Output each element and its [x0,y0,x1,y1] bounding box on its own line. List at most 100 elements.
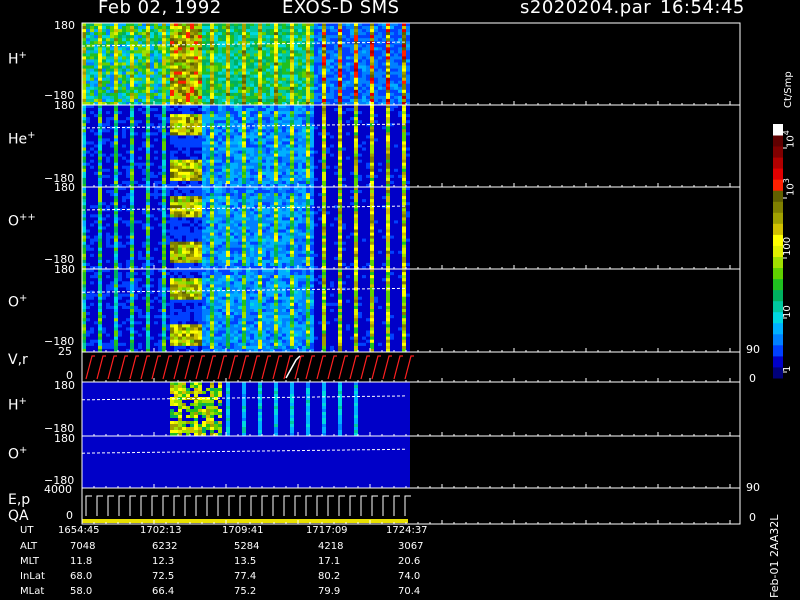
spectro-cell [138,129,142,133]
spectro-cell [182,153,186,158]
spectro-cell [106,41,110,45]
spectro-cell [406,71,410,76]
spectro-cell [202,68,206,73]
spectro-cell [370,159,374,164]
spectro-cell [90,241,94,246]
spectro-cell [110,62,114,66]
spectro-cell [246,92,250,97]
spectro-cell [350,77,354,82]
spectro-cell [402,135,406,139]
spectro-cell [106,47,110,51]
spectro-cell [226,65,230,69]
spectro-cell [110,80,114,85]
spectro-cell [162,117,166,121]
spectro-cell [394,120,398,124]
spectro-cell [402,89,406,94]
spectro-cell [198,132,202,136]
spectro-cell [358,62,362,66]
spectro-cell [370,26,374,30]
spectro-cell [150,223,154,227]
spectro-cell [162,153,166,158]
spectro-cell [126,165,130,170]
spectro-cell [214,23,218,27]
spectro-cell [98,138,102,142]
spectro-cell [274,32,278,36]
spectro-cell [194,153,198,158]
spectro-cell [174,123,178,127]
spectro-cell [294,62,298,66]
spectro-cell [166,77,170,82]
spectro-cell [318,80,322,85]
spectro-cell [290,32,294,36]
spectro-cell [94,98,98,103]
spectro-cell [402,77,406,82]
spectro-cell [130,80,134,85]
spectro-cell [282,111,286,115]
spectro-cell [134,187,138,191]
spectro-cell [166,32,170,36]
spectro-cell [278,23,282,27]
spectro-cell [310,132,314,136]
spectro-cell [218,108,222,112]
spectro-cell [354,62,358,66]
spectro-cell [242,98,246,103]
spectro-cell [86,95,90,100]
spectro-cell [294,120,298,124]
spectro-cell [110,144,114,148]
spectro-cell [298,98,302,103]
spectro-cell [322,68,326,73]
spectro-cell [174,147,178,151]
spectro-cell [298,50,302,54]
spectro-cell [114,83,118,88]
spectro-cell [246,177,250,182]
spectro-cell [114,56,118,60]
spectro-cell [178,35,182,39]
spectro-cell [94,41,98,45]
spectro-cell [202,147,206,151]
spectro-cell [142,123,146,127]
spectro-cell [210,68,214,73]
spectro-cell [106,153,110,158]
spectro-cell [262,77,266,82]
spectro-cell [130,180,134,185]
spectro-cell [122,56,126,60]
spectro-cell [314,77,318,82]
spectro-cell [170,68,174,73]
spectro-cell [134,53,138,57]
spectro-cell [118,50,122,54]
spectro-cell [118,77,122,82]
spectro-cell [374,147,378,151]
spectro-cell [314,98,318,103]
spectro-cell [110,187,114,191]
spectro-cell [274,177,278,182]
spectro-cell [150,35,154,39]
spectro-cell [226,50,230,54]
spectro-cell [378,159,382,164]
spectro-cell [406,23,410,27]
spectro-cell [190,129,194,133]
spectro-cell [334,159,338,164]
spectro-cell [134,196,138,200]
spectro-cell [270,77,274,82]
spectro-cell [170,77,174,82]
spectro-cell [406,26,410,30]
spectro-cell [82,171,86,176]
spectro-cell [138,180,142,185]
spectro-cell [294,83,298,88]
spectro-cell [298,120,302,124]
spectro-cell [94,50,98,54]
spectro-cell [82,202,86,206]
spectro-cell [358,168,362,173]
spectro-cell [102,59,106,63]
spectro-cell [238,56,242,60]
spectro-cell [386,111,390,115]
spectro-cell [122,187,126,191]
spectro-cell [310,95,314,100]
spectro-cell [154,50,158,54]
spectro-cell [298,159,302,164]
spectro-cell [206,150,210,155]
spectro-cell [82,50,86,54]
spectro-cell [130,229,134,233]
spectro-cell [142,171,146,176]
spectro-cell [374,74,378,79]
